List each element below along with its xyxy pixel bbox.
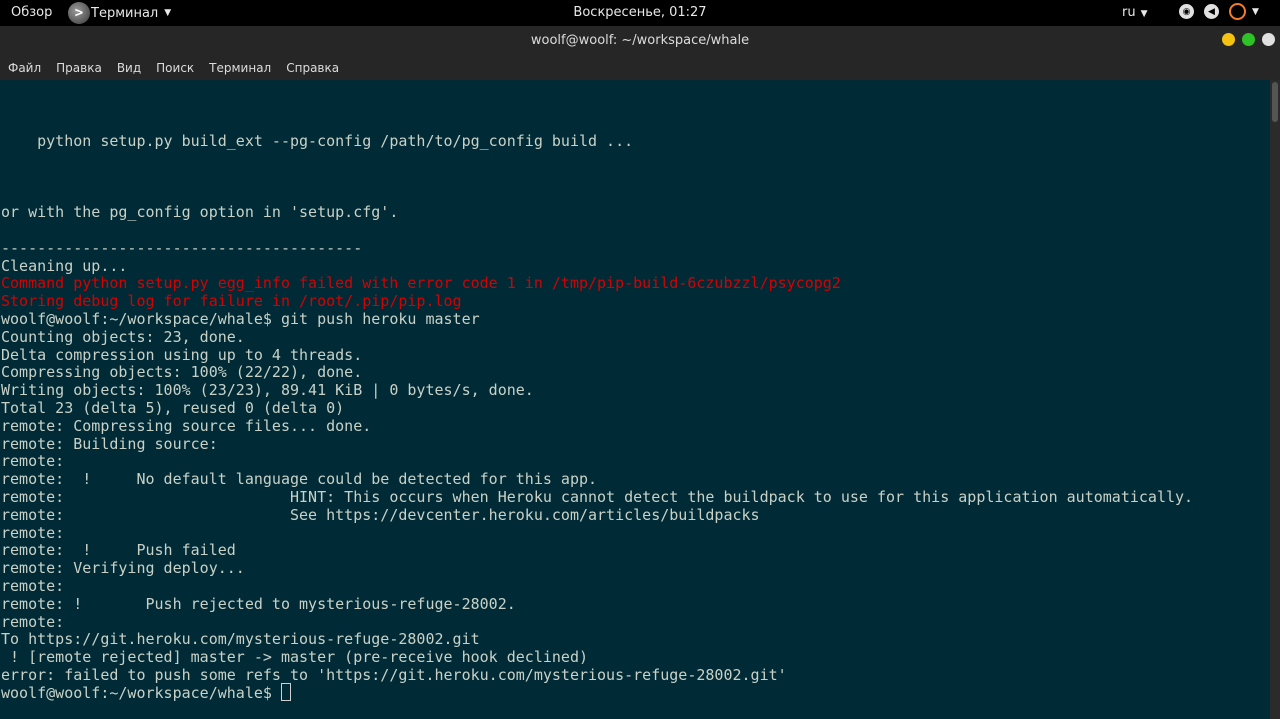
menu-edit[interactable]: Правка [56,61,102,75]
terminal-line: remote: [1,576,65,595]
volume-icon: ◀ [1204,4,1219,19]
terminal-line: woolf@woolf:~/workspace/whale$ git push … [1,309,480,328]
terminal-prompt-line[interactable]: woolf@woolf:~/workspace/whale$ [1,683,1193,703]
app-menu[interactable]: > Терминал ▼ [68,1,171,25]
app-menu-label: Терминал [91,5,159,21]
terminal-line: remote: Building source: [1,434,218,453]
terminal-line: remote: [1,452,65,471]
terminal-line: Total 23 (delta 5), reused 0 (delta 0) [1,398,345,417]
window-controls [1222,33,1280,46]
terminal-line: remote: HINT: This occurs when Heroku ca… [1,487,1194,506]
terminal-output: python setup.py build_ext --pg-config /p… [1,132,1194,703]
terminal-line: Storing debug log for failure in /root/.… [1,292,462,311]
power-icon [1229,3,1246,20]
terminal-line: remote: ! Push failed [1,541,236,560]
activities-button[interactable]: Обзор [11,5,52,20]
menu-terminal[interactable]: Терминал [209,61,271,75]
terminal-line: ! [remote rejected] master -> master (pr… [1,648,588,667]
terminal-line: error: failed to push some refs to 'http… [1,665,787,684]
terminal-line: remote: ! Push rejected to mysterious-re… [1,594,516,613]
menu-help[interactable]: Справка [286,61,339,75]
terminal-line: remote: Compressing source files... done… [1,416,372,435]
terminal-line: Delta compression using up to 4 threads. [1,345,363,364]
minimize-button[interactable] [1222,33,1235,46]
terminal-line: remote: Verifying deploy... [1,559,245,578]
network-icon: ◉ [1179,4,1194,19]
terminal-line: python setup.py build_ext --pg-config /p… [1,132,634,150]
terminal-line: Command python setup.py egg_info failed … [1,274,841,293]
chevron-down-icon: ▼ [164,8,172,18]
keyboard-layout-label: ru [1122,5,1136,20]
menu-file[interactable]: Файл [8,61,41,75]
menu-search[interactable]: Поиск [156,61,194,75]
terminal-line: remote: ! No default language could be d… [1,470,598,489]
terminal-line: remote: [1,612,65,631]
terminal-line: remote: [1,523,65,542]
terminal-line: remote: See https://devcenter.heroku.com… [1,505,760,524]
terminal-line: or with the pg_config option in 'setup.c… [1,203,399,222]
scrollbar[interactable] [1270,80,1280,719]
window-title-bar[interactable]: woolf@woolf: ~/workspace/whale [0,26,1280,55]
clock[interactable]: Воскресенье, 01:27 [0,5,1280,20]
chevron-down-icon: ▼ [1140,9,1148,19]
terminal-line: Cleaning up... [1,256,128,275]
terminal-prompt: woolf@woolf:~/workspace/whale$ [1,683,272,702]
chevron-down-icon: ▼ [1252,6,1259,17]
terminal-line: ---------------------------------------- [1,238,363,257]
terminal-app-icon: > [68,2,90,24]
menu-view[interactable]: Вид [117,61,141,75]
system-tray[interactable]: ◉ ◀ ▼ [1179,3,1259,20]
terminal-line: Writing objects: 100% (23/23), 89.41 KiB… [1,381,534,400]
terminal-line: Counting objects: 23, done. [1,327,245,346]
window-title: woolf@woolf: ~/workspace/whale [530,33,750,48]
terminal-line: Compressing objects: 100% (22/22), done. [1,363,363,382]
scrollbar-thumb[interactable] [1272,82,1278,122]
maximize-button[interactable] [1242,33,1255,46]
system-top-bar: Обзор > Терминал ▼ Воскресенье, 01:27 ru… [0,0,1280,26]
keyboard-layout-indicator[interactable]: ru ▼ [1122,5,1148,20]
terminal-line: To https://git.heroku.com/mysterious-ref… [1,630,480,649]
close-button[interactable] [1262,33,1275,46]
text-cursor [280,683,291,702]
menu-bar: Файл Правка Вид Поиск Терминал Справка [0,55,1280,80]
